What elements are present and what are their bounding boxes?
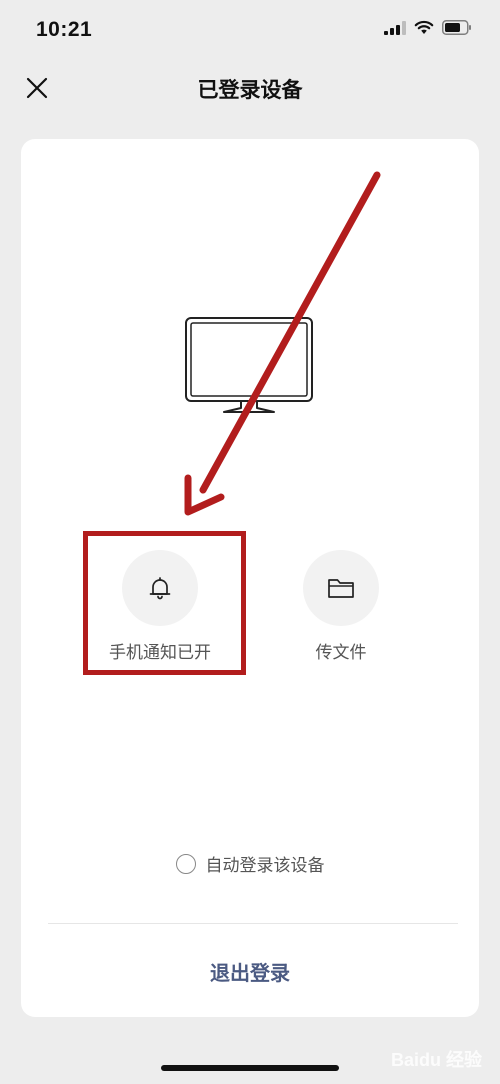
home-indicator <box>161 1065 339 1071</box>
status-icons <box>384 20 472 39</box>
desktop-monitor-icon <box>184 316 316 420</box>
cellular-signal-icon <box>384 20 406 39</box>
battery-icon <box>442 20 472 39</box>
folder-icon <box>328 579 354 598</box>
send-file-button[interactable]: 传文件 <box>271 550 411 663</box>
logout-button[interactable]: 退出登录 <box>21 957 479 986</box>
nav-bar: 已登录设备 <box>0 60 500 116</box>
auto-login-radio[interactable] <box>175 853 196 874</box>
auto-login-label: 自动登录该设备 <box>205 856 325 876</box>
auto-login-option: 自动登录该设备 <box>21 851 479 876</box>
status-bar: 10:21 <box>0 0 500 60</box>
action-circle <box>303 550 379 626</box>
divider <box>48 923 458 924</box>
page-title: 已登录设备 <box>197 78 303 102</box>
wifi-icon <box>414 20 434 39</box>
status-time: 10:21 <box>36 18 93 41</box>
action-label: 传文件 <box>315 643 367 663</box>
annotation-highlight-box <box>83 531 246 675</box>
watermark-logo: Baidu 经验 <box>390 1050 482 1070</box>
